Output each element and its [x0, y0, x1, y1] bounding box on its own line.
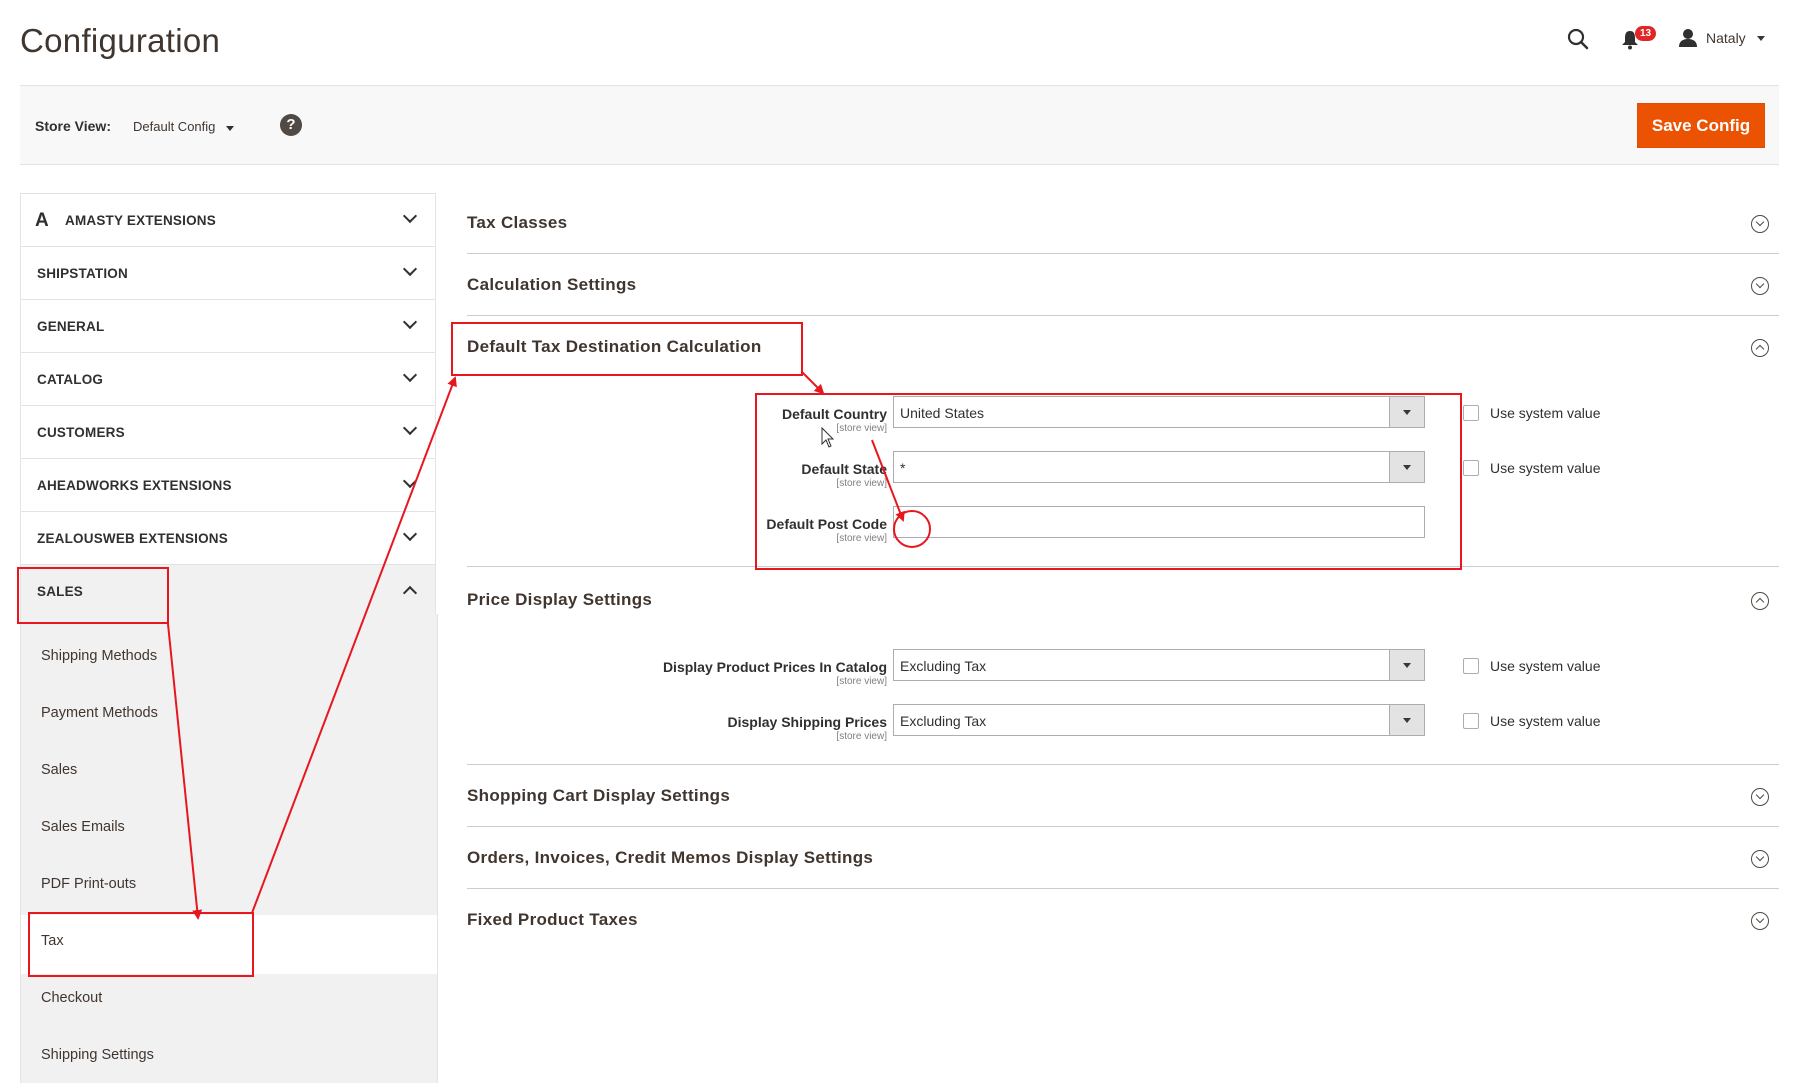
expand-icon[interactable] [1751, 912, 1769, 930]
section-tax-classes[interactable]: Tax Classes [467, 193, 1779, 254]
use-system-value-checkbox[interactable] [1463, 658, 1479, 674]
submenu-item-sales-emails[interactable]: Sales Emails [41, 819, 125, 835]
annotation-box-sales [17, 567, 169, 624]
section-shopping-cart-display[interactable]: Shopping Cart Display Settings [467, 765, 1779, 827]
store-view-label: Store View: [35, 118, 111, 134]
chevron-down-icon [402, 261, 418, 277]
use-system-value-checkbox[interactable] [1463, 405, 1479, 421]
chevron-down-icon[interactable] [1389, 650, 1424, 680]
submenu-item-sales[interactable]: Sales [41, 762, 77, 778]
sidebar-item-label: CUSTOMERS [37, 425, 125, 440]
sidebar-item-label: AMASTY EXTENSIONS [65, 213, 216, 228]
expand-icon[interactable] [1751, 277, 1769, 295]
use-system-value-checkbox[interactable] [1463, 713, 1479, 729]
chevron-down-icon[interactable] [226, 126, 234, 131]
submenu-item-pdf-printouts[interactable]: PDF Print-outs [41, 876, 136, 892]
scope-label: [store view] [836, 676, 887, 687]
section-title: Fixed Product Taxes [467, 910, 638, 929]
annotation-box-section-title [451, 322, 803, 376]
amasty-logo-icon: A [35, 210, 49, 231]
annotation-box-tax [28, 912, 254, 977]
display-shipping-prices-label: Display Shipping Prices [727, 714, 888, 730]
collapse-icon[interactable] [1751, 592, 1769, 610]
chevron-up-icon [402, 585, 418, 601]
use-system-value-label[interactable]: Use system value [1490, 658, 1600, 674]
scope-label: [store view] [836, 731, 887, 742]
user-name[interactable]: Nataly [1706, 30, 1746, 46]
chevron-down-icon [402, 367, 418, 383]
user-icon[interactable] [1678, 28, 1698, 53]
sidebar-item-label: GENERAL [37, 319, 105, 334]
expand-icon[interactable] [1751, 215, 1769, 233]
section-calculation-settings[interactable]: Calculation Settings [467, 254, 1779, 316]
display-product-prices-label: Display Product Prices In Catalog [662, 659, 887, 675]
section-title: Tax Classes [467, 213, 568, 232]
submenu-item-payment-methods[interactable]: Payment Methods [41, 705, 158, 721]
sidebar-item-aheadworks[interactable]: AHEADWORKS EXTENSIONS [20, 458, 436, 511]
chevron-down-icon [402, 314, 418, 330]
section-price-display: Price Display Settings Display Product P… [467, 567, 1779, 765]
sidebar-item-general[interactable]: GENERAL [20, 299, 436, 352]
config-sidebar: A AMASTY EXTENSIONS SHIPSTATION GENERAL … [20, 193, 436, 618]
section-orders-display[interactable]: Orders, Invoices, Credit Memos Display S… [467, 827, 1779, 889]
annotation-box-fields [755, 393, 1462, 570]
expand-icon[interactable] [1751, 850, 1769, 868]
store-view-bar: Store View: Default Config ? Save Config [20, 85, 1779, 165]
section-fixed-product-taxes[interactable]: Fixed Product Taxes [467, 889, 1779, 950]
sidebar-item-label: ZEALOUSWEB EXTENSIONS [37, 531, 228, 546]
use-system-value-label[interactable]: Use system value [1490, 460, 1600, 476]
chevron-down-icon[interactable] [1389, 705, 1424, 735]
display-shipping-prices-select[interactable]: Excluding Tax [893, 704, 1425, 736]
use-system-value-label[interactable]: Use system value [1490, 713, 1600, 729]
chevron-down-icon[interactable] [1757, 36, 1765, 41]
sidebar-item-label: CATALOG [37, 372, 104, 387]
use-system-value-checkbox[interactable] [1463, 460, 1479, 476]
collapse-icon[interactable] [1751, 339, 1769, 357]
sidebar-item-catalog[interactable]: CATALOG [20, 352, 436, 405]
search-icon[interactable] [1567, 28, 1589, 55]
chevron-down-icon [402, 526, 418, 542]
submenu-item-shipping-methods[interactable]: Shipping Methods [41, 648, 157, 664]
sidebar-item-customers[interactable]: CUSTOMERS [20, 405, 436, 458]
section-title: Calculation Settings [467, 275, 637, 294]
sidebar-item-zealousweb[interactable]: ZEALOUSWEB EXTENSIONS [20, 511, 436, 564]
sidebar-item-label: AHEADWORKS EXTENSIONS [37, 478, 232, 493]
save-config-button[interactable]: Save Config [1637, 103, 1765, 148]
sidebar-item-shipstation[interactable]: SHIPSTATION [20, 246, 436, 299]
sidebar-item-label: SHIPSTATION [37, 266, 128, 281]
chevron-down-icon [402, 473, 418, 489]
section-title: Orders, Invoices, Credit Memos Display S… [467, 848, 874, 867]
store-view-switcher[interactable]: Default Config [133, 119, 215, 134]
use-system-value-label[interactable]: Use system value [1490, 405, 1600, 421]
section-title: Shopping Cart Display Settings [467, 786, 731, 805]
section-title[interactable]: Price Display Settings [467, 590, 652, 610]
submenu-item-shipping-settings[interactable]: Shipping Settings [41, 1047, 154, 1063]
page-title: Configuration [20, 22, 221, 59]
expand-icon[interactable] [1751, 788, 1769, 806]
chevron-down-icon [402, 208, 418, 224]
submenu-item-checkout[interactable]: Checkout [41, 990, 102, 1006]
sales-submenu: Shipping Methods Payment Methods Sales S… [20, 614, 438, 1083]
chevron-down-icon [402, 420, 418, 436]
help-icon[interactable]: ? [280, 114, 302, 136]
sidebar-item-amasty[interactable]: A AMASTY EXTENSIONS [20, 193, 436, 246]
notifications-badge[interactable]: 13 [1635, 26, 1657, 41]
display-product-prices-select[interactable]: Excluding Tax [893, 649, 1425, 681]
